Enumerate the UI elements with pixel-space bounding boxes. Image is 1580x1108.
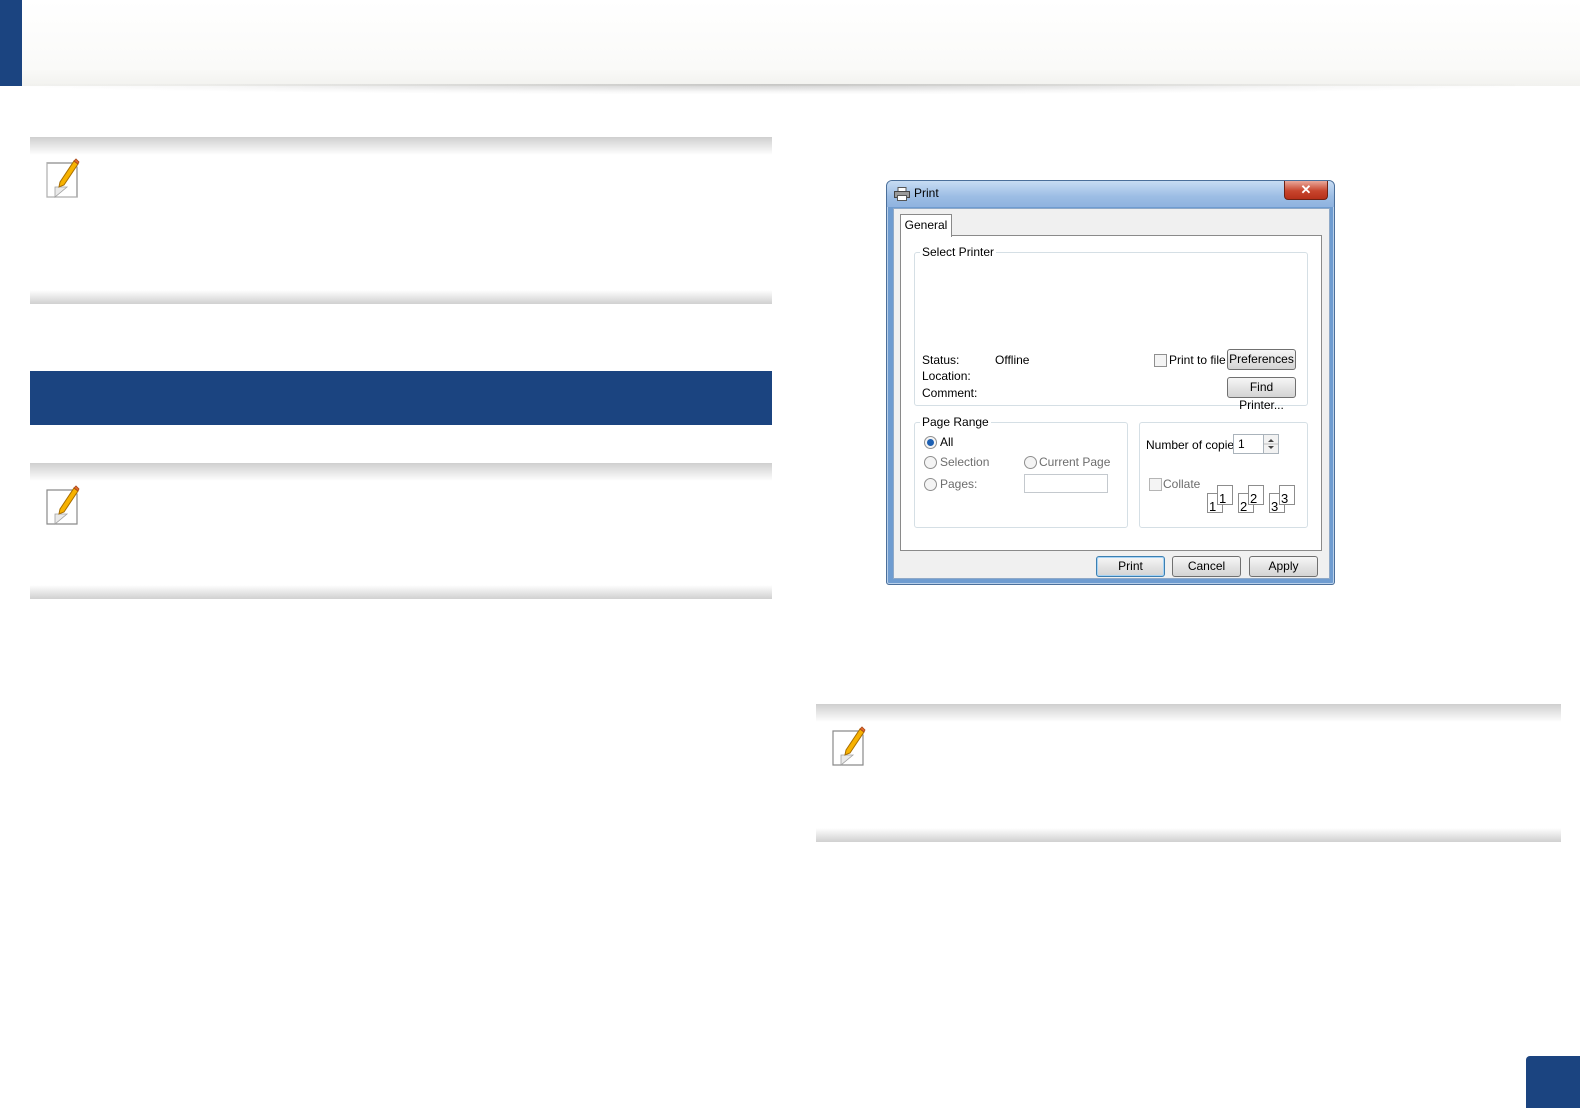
current-page-radio[interactable] <box>1024 456 1037 469</box>
page-range-label: Page Range <box>920 415 991 429</box>
status-value: Offline <box>995 353 1030 367</box>
copies-spinner[interactable] <box>1263 435 1278 453</box>
print-to-file-label: Print to file <box>1169 353 1226 367</box>
comment-label: Comment: <box>922 386 978 400</box>
location-label: Location: <box>922 369 971 383</box>
print-button[interactable]: Print <box>1096 556 1165 577</box>
preferences-button[interactable]: Preferences <box>1227 349 1296 370</box>
header-shadow-line <box>30 84 1515 94</box>
collate-page: 1 <box>1217 485 1233 506</box>
page-number-tab <box>1526 1056 1580 1108</box>
close-icon[interactable]: ✕ <box>1284 181 1328 200</box>
tab-general[interactable]: General <box>900 214 952 237</box>
note-box-1-top <box>30 137 772 155</box>
note-box-2-top <box>30 463 772 481</box>
dialog-body: General Select Printer Status: Offline L… <box>893 208 1330 579</box>
note-pencil-icon <box>43 484 83 528</box>
select-printer-group: Select Printer Status: Offline Location:… <box>914 245 1308 412</box>
printer-icon <box>894 187 910 201</box>
pages-radio[interactable] <box>924 478 937 491</box>
collate-page: 2 <box>1248 485 1264 506</box>
pages-label: Pages: <box>940 477 978 491</box>
header-band <box>22 0 1580 86</box>
page-range-group: Page Range All Selection Current Page Pa… <box>914 415 1128 528</box>
find-printer-button[interactable]: Find Printer... <box>1227 377 1296 412</box>
number-of-copies-label: Number of copies: <box>1146 438 1244 452</box>
note-box-1-bottom <box>30 290 772 304</box>
current-page-label: Current Page <box>1039 455 1111 469</box>
print-to-file-checkbox[interactable] <box>1154 354 1167 367</box>
note-box-2-bottom <box>30 585 772 599</box>
collate-label: Collate <box>1163 477 1201 491</box>
selection-label: Selection <box>940 455 990 469</box>
all-label: All <box>940 435 954 449</box>
dialog-titlebar: Print ✕ <box>887 181 1334 207</box>
note-pencil-icon <box>829 725 869 769</box>
dialog-title: Print <box>914 186 939 200</box>
copies-value: 1 <box>1238 437 1245 451</box>
status-label: Status: <box>922 353 960 367</box>
all-radio[interactable] <box>924 436 937 449</box>
note-box-3-bottom <box>816 828 1561 842</box>
collate-page: 3 <box>1279 485 1295 506</box>
section-heading-bar <box>30 371 772 425</box>
select-printer-label: Select Printer <box>920 245 997 259</box>
note-box-3-top <box>816 704 1561 722</box>
note-pencil-icon <box>43 157 83 201</box>
print-dialog: Print ✕ General Select Printer Status: O… <box>886 180 1335 585</box>
header-accent-bar <box>0 0 22 86</box>
cancel-button[interactable]: Cancel <box>1172 556 1241 577</box>
tab-panel: Select Printer Status: Offline Location:… <box>900 235 1322 551</box>
collate-checkbox[interactable] <box>1149 478 1162 491</box>
copies-group: Number of copies: 1 Collate 1 1 2 2 3 3 <box>1139 422 1308 528</box>
pages-input[interactable] <box>1024 474 1108 493</box>
selection-radio[interactable] <box>924 456 937 469</box>
apply-button[interactable]: Apply <box>1249 556 1318 577</box>
copies-input[interactable]: 1 <box>1233 434 1279 454</box>
